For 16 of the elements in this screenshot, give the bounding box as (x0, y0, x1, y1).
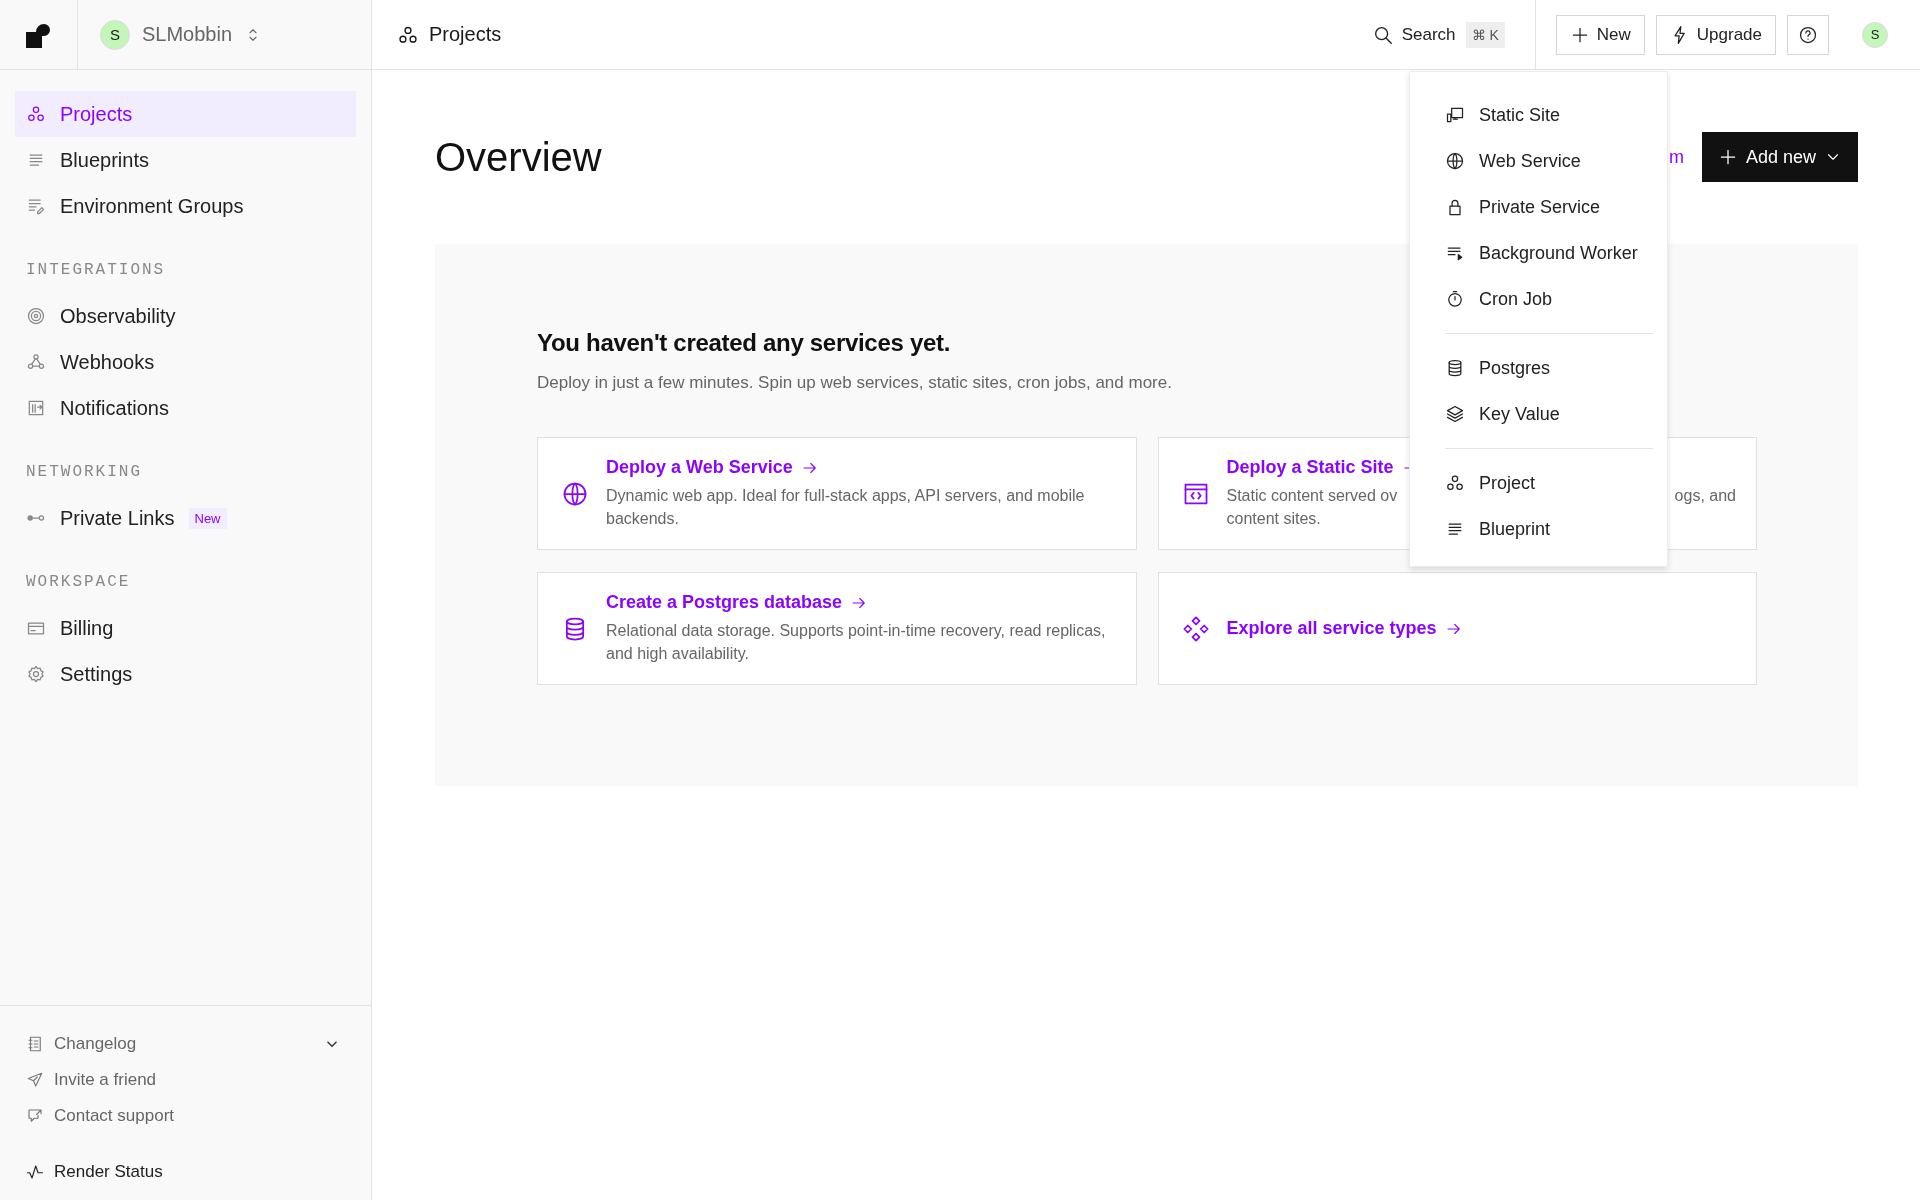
card-description: content sites. (1226, 510, 1321, 527)
new-badge: New (188, 507, 227, 529)
page-heading: Overview (435, 134, 602, 180)
empty-state-heading: You haven't created any services yet. (537, 329, 952, 357)
card-description: ogs, and (1674, 486, 1736, 506)
card-description: Static content served ov (1226, 486, 1398, 506)
section-heading: WORKSPACE (25, 572, 132, 593)
section-heading: INTEGRATIONS (25, 260, 167, 281)
workspace-name: SLMobbin (142, 23, 233, 46)
page-title: Projects (429, 23, 502, 46)
avatar: S (100, 19, 130, 50)
section-heading: NETWORKING (25, 462, 143, 483)
keyboard-shortcut: ⌘ K (1465, 21, 1505, 48)
card-description: Relational data storage. Supports point-in-time recovery, read replicas, and high availability. (606, 621, 1107, 664)
card-description: Dynamic web app. Ideal for full-stack apps, API servers, and mobile backends. (606, 486, 1086, 529)
empty-state-text: Deploy in just a few minutes. Spin up web services, static sites, cron jobs, and more. (537, 373, 1173, 393)
